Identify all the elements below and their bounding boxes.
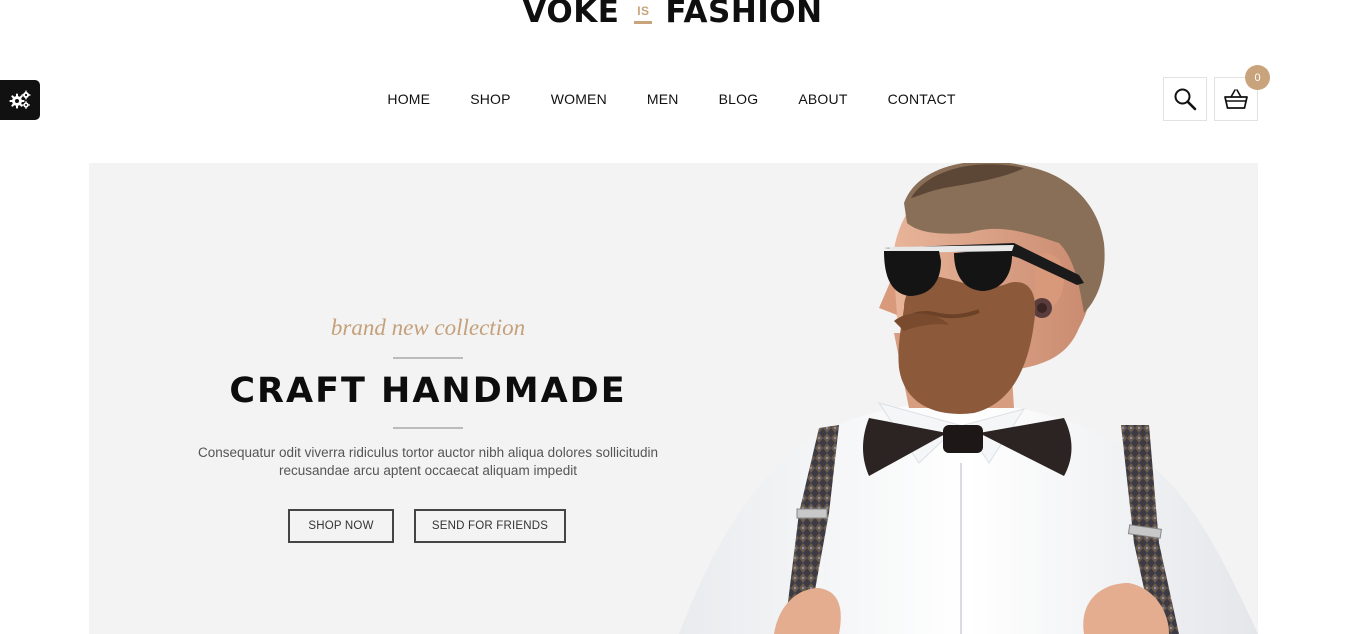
- hero-description-line-1: Consequatur odit viverra ridiculus torto…: [198, 445, 658, 460]
- hero-headline: CRAFT HANDMADE: [229, 371, 627, 411]
- search-icon: [1174, 88, 1197, 111]
- logo-is-text: IS: [637, 4, 650, 18]
- logo-is-mark: IS: [631, 0, 655, 34]
- nav-item-contact[interactable]: CONTACT: [888, 90, 956, 108]
- logo-word-right: FASHION: [665, 0, 823, 30]
- site-logo[interactable]: VOKE IS FASHION: [0, 0, 1345, 34]
- hero-content: brand new collection CRAFT HANDMADE Cons…: [89, 313, 767, 543]
- search-button[interactable]: [1163, 77, 1207, 121]
- cart-count-badge: 0: [1245, 65, 1270, 90]
- hero-divider-bottom: [393, 427, 463, 429]
- nav-item-about[interactable]: ABOUT: [798, 90, 847, 108]
- nav-item-home[interactable]: HOME: [387, 90, 430, 108]
- main-navigation: HOME SHOP WOMEN MEN BLOG ABOUT CONTACT: [0, 90, 1345, 108]
- basket-icon: [1224, 89, 1248, 109]
- hero-buttons: SHOP NOW SEND FOR FRIENDS: [89, 509, 767, 543]
- hero-banner: brand new collection CRAFT HANDMADE Cons…: [89, 163, 1258, 634]
- logo-word-left: VOKE: [522, 0, 620, 30]
- nav-item-blog[interactable]: BLOG: [719, 90, 759, 108]
- nav-item-women[interactable]: WOMEN: [551, 90, 607, 108]
- hero-model-image: [679, 163, 1258, 634]
- shop-now-button[interactable]: SHOP NOW: [288, 509, 394, 543]
- hero-description: Consequatur odit viverra ridiculus torto…: [168, 444, 688, 480]
- hero-description-line-2: recusandae arcu aptent occaecat aliquam …: [279, 463, 577, 478]
- nav-item-men[interactable]: MEN: [647, 90, 679, 108]
- hero-tagline: brand new collection: [330, 315, 526, 340]
- nav-item-shop[interactable]: SHOP: [470, 90, 510, 108]
- send-for-friends-button[interactable]: SEND FOR FRIENDS: [414, 509, 566, 543]
- hero-divider-top: [393, 357, 463, 359]
